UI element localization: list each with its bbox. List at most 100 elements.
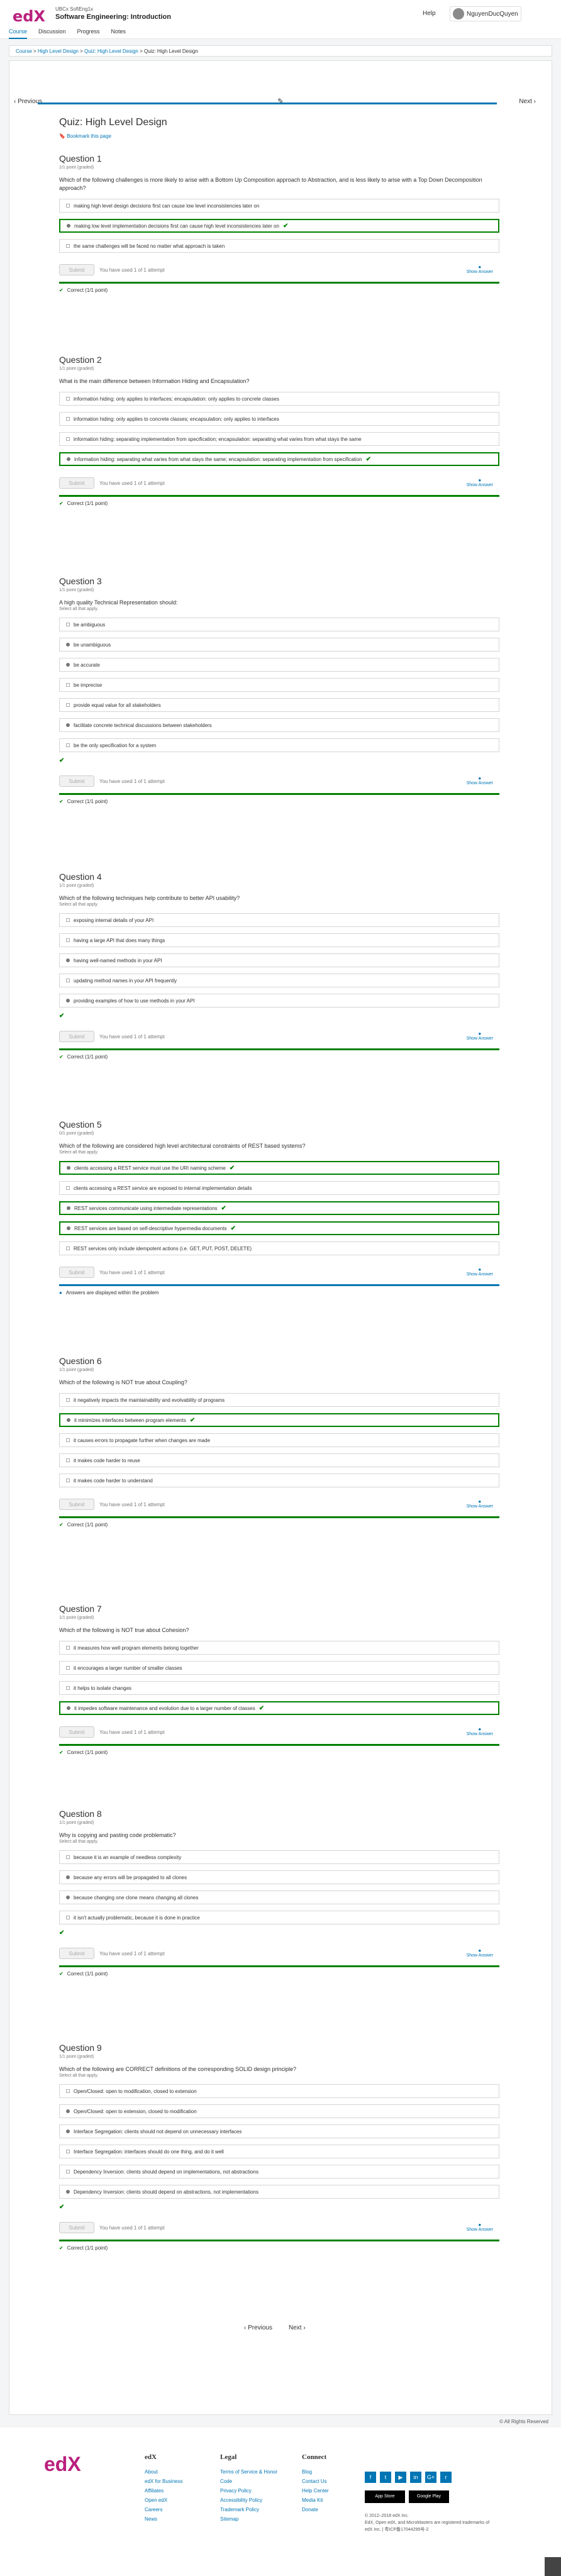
answer-choice[interactable]: it helps to isolate changes (59, 1681, 499, 1695)
answer-choice[interactable]: provide equal value for all stakeholders (59, 698, 499, 712)
footer-link[interactable]: Sitemap (220, 2514, 289, 2524)
tab-discussion[interactable]: Discussion (38, 28, 66, 39)
submit-button[interactable]: Submit (59, 1031, 94, 1042)
radio-icon[interactable] (66, 1646, 70, 1650)
checkbox-icon[interactable] (66, 2170, 70, 2174)
linkedin-icon[interactable]: in (410, 2472, 421, 2483)
checkbox-icon[interactable] (66, 938, 70, 942)
answer-choice[interactable]: information hiding: separating what vari… (59, 452, 499, 466)
answer-choice[interactable]: clients accessing a REST service are exp… (59, 1181, 499, 1195)
answer-choice[interactable]: because changing one clone means changin… (59, 1890, 499, 1904)
radio-icon[interactable] (66, 1666, 70, 1670)
radio-icon[interactable] (67, 457, 70, 461)
show-answer-button[interactable]: Show Answer (467, 775, 493, 786)
radio-icon[interactable] (67, 1706, 70, 1710)
answer-choice[interactable]: Open/Closed: open to extension, closed t… (59, 2104, 499, 2118)
answer-choice[interactable]: it encourages a larger number of smaller… (59, 1661, 499, 1675)
footer-link[interactable]: Blog (302, 2467, 329, 2477)
checkbox-icon[interactable] (66, 1855, 70, 1859)
answer-choice[interactable]: be ambiguous (59, 618, 499, 631)
footer-link[interactable]: About (145, 2467, 182, 2477)
checkbox-icon[interactable] (66, 743, 70, 747)
reddit-icon[interactable]: r (440, 2472, 452, 2483)
help-link[interactable]: Help (423, 10, 436, 17)
answer-choice[interactable]: REST services are based on self-descript… (59, 1221, 499, 1235)
radio-icon[interactable] (66, 1458, 70, 1462)
checkbox-icon[interactable] (66, 2129, 70, 2133)
answer-choice[interactable]: it isn't actually problematic, because i… (59, 1911, 499, 1924)
answer-choice[interactable]: making high level design decisions first… (59, 199, 499, 213)
show-answer-button[interactable]: Show Answer (467, 1031, 493, 1041)
answer-choice[interactable]: Dependency Inversion: clients should dep… (59, 2185, 499, 2199)
checkbox-icon[interactable] (66, 1246, 70, 1250)
submit-button[interactable]: Submit (59, 1726, 94, 1738)
bottom-previous-button[interactable]: ‹ Previous (239, 2321, 277, 2335)
submit-button[interactable]: Submit (59, 2222, 94, 2233)
answer-choice[interactable]: having a large API that does many things (59, 933, 499, 947)
submit-button[interactable]: Submit (59, 477, 94, 489)
checkbox-icon[interactable] (67, 1206, 70, 1210)
answer-choice[interactable]: it makes code harder to understand (59, 1474, 499, 1487)
answer-choice[interactable]: providing examples of how to use methods… (59, 994, 499, 1008)
answer-choice[interactable]: Open/Closed: open to modification, close… (59, 2084, 499, 2098)
footer-link[interactable]: Careers (145, 2505, 182, 2514)
radio-icon[interactable] (66, 417, 70, 421)
answer-choice[interactable]: be imprecise (59, 678, 499, 692)
answer-choice[interactable]: information hiding: separating implement… (59, 432, 499, 446)
user-menu[interactable]: NguyenDucQuyen (450, 6, 521, 21)
answer-choice[interactable]: Dependency Inversion: clients should dep… (59, 2165, 499, 2179)
answer-choice[interactable]: Interface Segregation: clients should no… (59, 2124, 499, 2138)
answer-choice[interactable]: it causes errors to propagate further wh… (59, 1433, 499, 1447)
footer-link[interactable]: Help Center (302, 2486, 329, 2496)
tab-notes[interactable]: Notes (111, 28, 126, 39)
footer-link[interactable]: Accessibility Policy (220, 2496, 289, 2505)
tab-progress[interactable]: Progress (77, 28, 100, 39)
answer-choice[interactable]: because any errors will be propagated to… (59, 1870, 499, 1884)
radio-icon[interactable] (66, 244, 70, 248)
answer-choice[interactable]: REST services only include idempotent ac… (59, 1241, 499, 1255)
answer-choice[interactable]: updating method names in your API freque… (59, 974, 499, 987)
radio-icon[interactable] (66, 397, 70, 401)
answer-choice[interactable]: facilitate concrete technical discussion… (59, 718, 499, 732)
submit-button[interactable]: Submit (59, 1499, 94, 1510)
checkbox-icon[interactable] (67, 1166, 70, 1170)
footer-link[interactable]: Trademark Policy (220, 2505, 289, 2514)
answer-choice[interactable]: information hiding: only applies to conc… (59, 412, 499, 426)
checkbox-icon[interactable] (66, 958, 70, 962)
footer-logo[interactable]: edX (44, 2453, 81, 2476)
checkbox-icon[interactable] (66, 623, 70, 626)
answer-choice[interactable]: making low level implementation decision… (59, 219, 499, 233)
checkbox-icon[interactable] (66, 1186, 70, 1190)
checkbox-icon[interactable] (66, 703, 70, 707)
checkbox-icon[interactable] (66, 979, 70, 982)
checkbox-icon[interactable] (66, 683, 70, 687)
checkbox-icon[interactable] (66, 2109, 70, 2113)
radio-icon[interactable] (67, 1418, 70, 1422)
tab-course[interactable]: Course (9, 28, 28, 39)
show-answer-button[interactable]: Show Answer (467, 2222, 493, 2232)
answer-choice[interactable]: it impedes software maintenance and evol… (59, 1701, 499, 1715)
submit-button[interactable]: Submit (59, 1948, 94, 1959)
checkbox-icon[interactable] (66, 663, 70, 667)
radio-icon[interactable] (66, 204, 70, 208)
answer-choice[interactable]: clients accessing a REST service must us… (59, 1161, 499, 1175)
footer-link[interactable]: News (145, 2514, 182, 2524)
answer-choice[interactable]: exposing internal details of your API (59, 913, 499, 927)
answer-choice[interactable]: the same challenges will be faced no mat… (59, 239, 499, 253)
checkbox-icon[interactable] (66, 643, 70, 647)
submit-button[interactable]: Submit (59, 264, 94, 275)
checkbox-icon[interactable] (66, 1896, 70, 1899)
footer-link[interactable]: Donate (302, 2505, 329, 2514)
footer-link[interactable]: Terms of Service & Honor Code (220, 2467, 289, 2486)
radio-icon[interactable] (66, 437, 70, 441)
show-answer-button[interactable]: Show Answer (467, 264, 493, 274)
breadcrumb-section[interactable]: High Level Design (38, 48, 79, 54)
submit-button[interactable]: Submit (59, 775, 94, 787)
breadcrumb-course[interactable]: Course (16, 48, 32, 54)
google-plus-icon[interactable]: G+ (425, 2472, 436, 2483)
answer-choice[interactable]: it makes code harder to reuse (59, 1453, 499, 1467)
answer-choice[interactable]: information hiding: only applies to inte… (59, 392, 499, 406)
checkbox-icon[interactable] (66, 999, 70, 1002)
twitter-icon[interactable]: t (380, 2472, 391, 2483)
show-answer-button[interactable]: Show Answer (467, 477, 493, 487)
